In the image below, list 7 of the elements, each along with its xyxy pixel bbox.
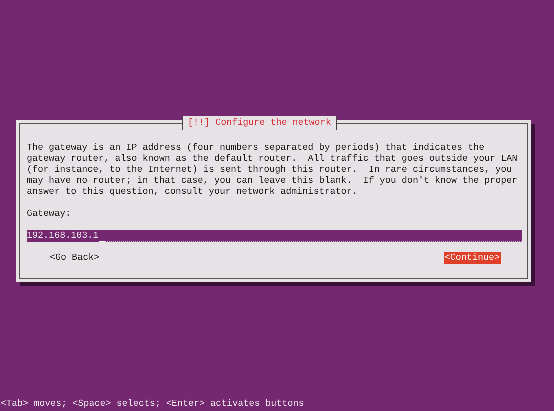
continue-button[interactable]: <Continue> [444, 252, 501, 264]
dialog-title: [!!] Configure the network [182, 116, 338, 130]
go-back-button[interactable]: <Go Back> [49, 252, 101, 264]
field-label: Gateway: [27, 208, 72, 219]
dialog-message: The gateway is an IP address (four numbers separated by periods) that indicates the gateway router, also known as the default router. All traffic that goes outside your LAN (for instance, to the Internet) is sent through this router. In rare circumstances, you may have no router; in that case, you can leave this blank. If you don't know the proper answer to this question, consult your network administrator. [27, 142, 519, 197]
status-text: <Tab> moves; <Space> selects; <Enter> activates buttons [0, 398, 306, 411]
gateway-input-field[interactable]: 192.168.103.1 [27, 230, 522, 242]
